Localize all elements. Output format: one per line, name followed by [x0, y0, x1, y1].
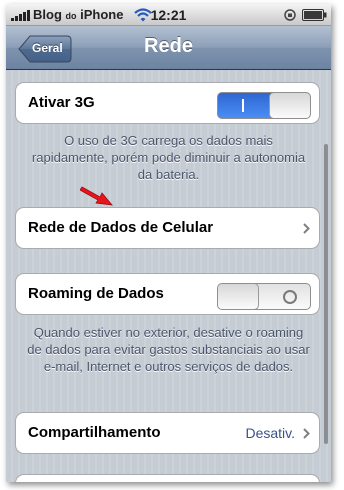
data-roaming-switch[interactable]	[217, 283, 311, 310]
enable-3g-label: Ativar 3G	[28, 94, 95, 111]
next-settings-cell[interactable]	[15, 474, 320, 482]
settings-list: Ativar 3G O uso de 3G carrega os dados m…	[6, 70, 331, 482]
page-title: Rede	[144, 35, 193, 57]
enable-3g-note: O uso de 3G carrega os dados mais rapida…	[31, 133, 306, 182]
status-bar: Blog do iPhone 12:21	[6, 4, 331, 26]
tethering-label: Compartilhamento	[28, 424, 161, 441]
status-time: 12:21	[150, 7, 187, 23]
navigation-bar: Geral Rede	[6, 26, 331, 70]
cellular-data-network-label: Rede de Dados de Celular	[28, 219, 214, 236]
switch-knob	[269, 93, 310, 118]
tethering-cell[interactable]: Compartilhamento Desativ.	[15, 412, 320, 454]
chevron-right-icon	[303, 428, 310, 439]
annotation-arrow-icon	[80, 186, 113, 206]
cellular-data-network-cell[interactable]: Rede de Dados de Celular	[15, 207, 320, 249]
enable-3g-switch[interactable]	[217, 92, 311, 119]
tethering-value: Desativ.	[245, 425, 295, 441]
switch-off-mark	[283, 290, 297, 304]
enable-3g-cell: Ativar 3G	[15, 82, 320, 124]
switch-knob	[218, 284, 259, 309]
scrollbar[interactable]	[324, 144, 328, 444]
data-roaming-cell: Roaming de Dados	[15, 273, 320, 315]
battery-icon	[302, 9, 327, 21]
chevron-right-icon	[303, 223, 310, 234]
data-roaming-note: Quando estiver no exterior, desative o r…	[27, 325, 310, 374]
orientation-lock-icon	[284, 9, 296, 21]
data-roaming-label: Roaming de Dados	[28, 285, 164, 302]
switch-on-mark	[242, 99, 244, 112]
iphone-screen: Blog do iPhone 12:21 Geral Rede Ativar 3…	[6, 4, 331, 482]
